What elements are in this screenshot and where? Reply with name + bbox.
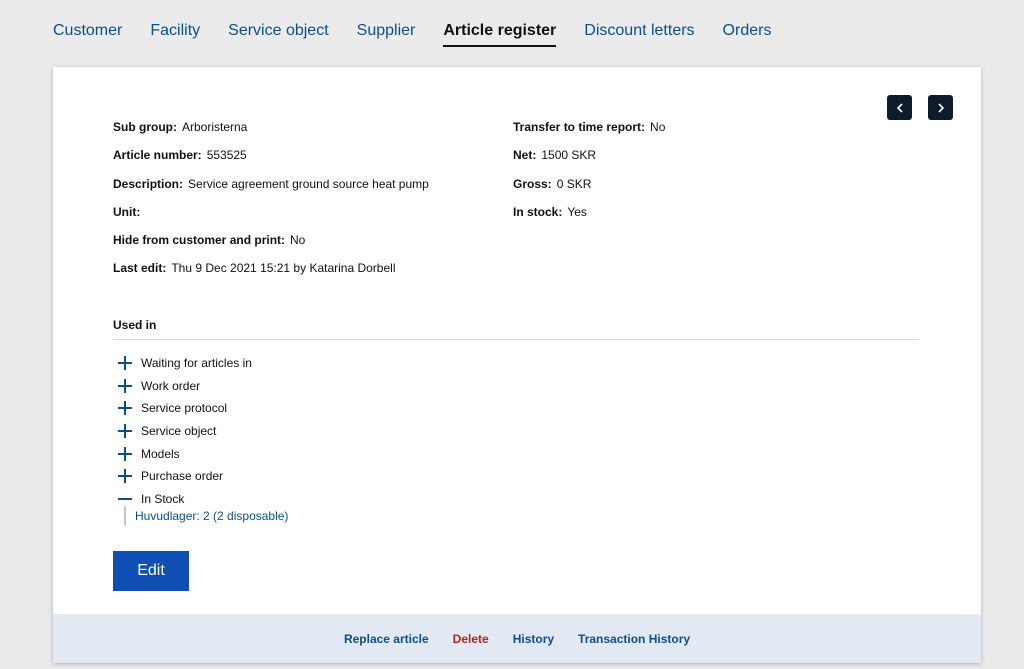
delete-link[interactable]: Delete xyxy=(453,632,489,646)
edit-button[interactable]: Edit xyxy=(113,551,189,591)
field-net: Net: 1500 SKR xyxy=(513,147,933,175)
article-detail-card: Sub group: Arboristerna Article number: 55… xyxy=(53,67,981,663)
used-in-item-label: Service protocol xyxy=(141,401,228,416)
field-transfer-to-time-report: Transfer to time report: No xyxy=(513,119,933,147)
used-in-item-service-object[interactable]: Service object xyxy=(117,420,252,443)
minus-icon[interactable] xyxy=(117,491,133,507)
field-label: Net: xyxy=(513,148,537,163)
field-label: Article number: xyxy=(113,148,202,163)
used-in-item-label: Models xyxy=(141,446,180,461)
field-last-edit: Last edit: Thu 9 Dec 2021 15:21 by Katari… xyxy=(113,260,513,288)
used-in-item-label: In Stock xyxy=(141,491,185,506)
tab-article-register[interactable]: Article register xyxy=(443,22,557,47)
field-hide-from-customer: Hide from customer and print: No xyxy=(113,232,513,260)
used-in-item-service-protocol[interactable]: Service protocol xyxy=(117,397,252,420)
field-label: Unit: xyxy=(113,204,141,219)
tab-discount-letters[interactable]: Discount letters xyxy=(584,22,694,47)
section-divider xyxy=(113,339,919,340)
field-label: Last edit: xyxy=(113,261,167,276)
stock-location-link[interactable]: Huvudlager: 2 (2 disposable) xyxy=(124,506,288,526)
field-value: No xyxy=(650,120,666,134)
plus-icon[interactable] xyxy=(117,400,133,416)
field-label: In stock: xyxy=(513,204,563,219)
field-label: Sub group: xyxy=(113,120,177,134)
tab-customer[interactable]: Customer xyxy=(53,22,122,47)
card-footer-actions: Replace article Delete History Transacti… xyxy=(53,614,981,663)
next-record-button[interactable] xyxy=(928,95,953,120)
used-in-item-label: Waiting for articles in xyxy=(141,356,252,371)
field-value: Yes xyxy=(567,204,587,219)
tab-orders[interactable]: Orders xyxy=(723,22,772,47)
used-in-list: Waiting for articles in Work order Servi… xyxy=(117,352,252,510)
transaction-history-link[interactable]: Transaction History xyxy=(578,632,690,646)
field-description: Description: Service agreement ground sou… xyxy=(113,176,513,204)
used-in-heading: Used in xyxy=(113,318,157,332)
replace-article-link[interactable]: Replace article xyxy=(344,632,429,646)
used-in-item-purchase-order[interactable]: Purchase order xyxy=(117,465,252,488)
history-link[interactable]: History xyxy=(513,632,554,646)
used-in-item-label: Service object xyxy=(141,424,217,439)
field-in-stock: In stock: Yes xyxy=(513,204,933,232)
field-article-number: Article number: 553525 xyxy=(113,147,513,175)
previous-record-button[interactable] xyxy=(887,95,912,120)
tab-facility[interactable]: Facility xyxy=(150,22,200,47)
plus-icon[interactable] xyxy=(117,446,133,462)
field-label: Gross: xyxy=(513,176,552,191)
field-value: 0 SKR xyxy=(556,176,592,191)
field-value: No xyxy=(290,233,306,248)
field-value: 553525 xyxy=(206,148,247,163)
used-in-item-work-order[interactable]: Work order xyxy=(117,375,252,398)
field-value: 1500 SKR xyxy=(541,148,597,163)
fields-right-column: Transfer to time report: No Net: 1500 SKR … xyxy=(513,119,933,232)
tab-service-object[interactable]: Service object xyxy=(228,22,329,47)
field-sub-group: Sub group: Arboristerna xyxy=(113,119,513,147)
field-label: Transfer to time report: xyxy=(513,120,646,134)
fields-left-column: Sub group: Arboristerna Article number: 55… xyxy=(113,119,513,289)
chevron-left-icon xyxy=(896,102,903,113)
used-in-item-label: Work order xyxy=(141,378,201,393)
field-label: Description: xyxy=(113,176,184,191)
main-tab-nav: Customer Facility Service object Supplie… xyxy=(53,22,799,47)
field-label: Hide from customer and print: xyxy=(113,233,286,248)
used-in-item-label: Purchase order xyxy=(141,469,224,484)
field-value: Arboristerna xyxy=(181,120,248,134)
chevron-right-icon xyxy=(937,102,944,113)
field-value: Service agreement ground source heat pum… xyxy=(188,176,429,191)
plus-icon[interactable] xyxy=(117,423,133,439)
used-in-item-waiting-for-articles[interactable]: Waiting for articles in xyxy=(117,352,252,375)
plus-icon[interactable] xyxy=(117,378,133,394)
field-value: Thu 9 Dec 2021 15:21 by Katarina Dorbell xyxy=(171,261,396,276)
used-in-item-models[interactable]: Models xyxy=(117,442,252,465)
plus-icon[interactable] xyxy=(117,355,133,371)
plus-icon[interactable] xyxy=(117,468,133,484)
tab-supplier[interactable]: Supplier xyxy=(357,22,416,47)
field-unit: Unit: xyxy=(113,204,513,232)
field-gross: Gross: 0 SKR xyxy=(513,176,933,204)
record-navigation xyxy=(887,95,953,120)
